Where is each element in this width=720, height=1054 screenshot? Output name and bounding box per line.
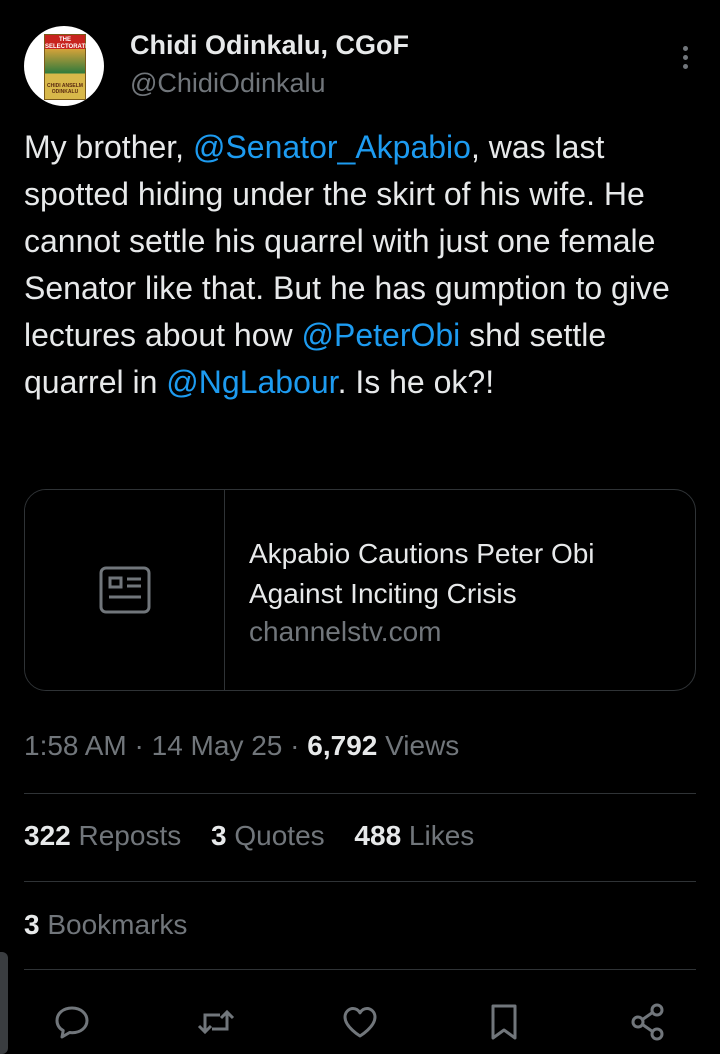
bookmark-icon <box>491 1004 517 1040</box>
link-card[interactable]: Akpabio Cautions Peter Obi Against Incit… <box>24 489 696 691</box>
repost-icon <box>197 1009 235 1035</box>
author-name[interactable]: Chidi Odinkalu, CGoF <box>130 30 409 61</box>
reply-icon <box>55 1006 89 1039</box>
tweet-meta: 1:58 AM · 14 May 25 · 6,792 Views <box>24 730 459 762</box>
reposts-count: 322 <box>24 820 71 851</box>
card-domain: channelstv.com <box>249 616 442 647</box>
book-title: THE SELECTORATE <box>45 37 90 50</box>
bookmarks-stat[interactable]: 3 Bookmarks <box>24 909 187 941</box>
views-label: Views <box>385 730 460 761</box>
divider <box>24 793 696 794</box>
mention-link[interactable]: @NgLabour <box>166 364 337 400</box>
likes-stat[interactable]: 488 Likes <box>354 820 474 851</box>
tweet-date[interactable]: 14 May 25 <box>152 730 283 761</box>
news-article-icon <box>99 566 151 614</box>
tweet-header: THE SELECTORATE CHIDI ANSELM ODINKALU Ch… <box>24 26 696 106</box>
share-icon <box>631 1003 664 1041</box>
reposts-stat[interactable]: 322 Reposts <box>24 820 181 851</box>
engagement-stats: 322 Reposts 3 Quotes 488 Likes <box>24 820 496 852</box>
action-bar <box>0 990 720 1050</box>
quotes-stat[interactable]: 3 Quotes <box>211 820 325 851</box>
card-title[interactable]: Akpabio Cautions Peter Obi Against Incit… <box>249 534 669 614</box>
more-options-icon[interactable] <box>678 46 692 74</box>
mention-link[interactable]: @PeterObi <box>302 317 461 353</box>
card-thumbnail <box>25 490 225 690</box>
avatar[interactable]: THE SELECTORATE CHIDI ANSELM ODINKALU <box>24 26 104 106</box>
divider <box>24 881 696 882</box>
likes-count: 488 <box>354 820 402 851</box>
bookmarks-count: 3 <box>24 909 40 940</box>
mention-link[interactable]: @Senator_Akpabio <box>193 129 471 165</box>
author-handle[interactable]: @ChidiOdinkalu <box>130 68 326 99</box>
likes-label: Likes <box>408 820 475 851</box>
divider <box>24 969 696 970</box>
quotes-count: 3 <box>211 820 227 851</box>
bookmarks-label: Bookmarks <box>47 909 188 940</box>
reply-button[interactable] <box>50 1000 94 1044</box>
meta-separator: · <box>290 730 300 761</box>
tweet-time[interactable]: 1:58 AM <box>24 730 127 761</box>
share-button[interactable] <box>626 1000 670 1044</box>
book-author: CHIDI ANSELM ODINKALU <box>47 83 83 95</box>
like-icon <box>343 1007 377 1038</box>
quotes-label: Quotes <box>234 820 325 851</box>
reposts-label: Reposts <box>78 820 182 851</box>
like-button[interactable] <box>338 1000 382 1044</box>
repost-button[interactable] <box>194 1000 238 1044</box>
tweet-text-segment: . Is he ok?! <box>337 364 495 400</box>
book-cover-image: THE SELECTORATE CHIDI ANSELM ODINKALU <box>44 34 90 100</box>
views-count: 6,792 <box>307 730 378 761</box>
bookmark-button[interactable] <box>482 1000 526 1044</box>
tweet-text: My brother, @Senator_Akpabio, was last s… <box>24 124 696 406</box>
tweet-text-segment: My brother, <box>24 129 193 165</box>
meta-separator: · <box>134 730 144 761</box>
